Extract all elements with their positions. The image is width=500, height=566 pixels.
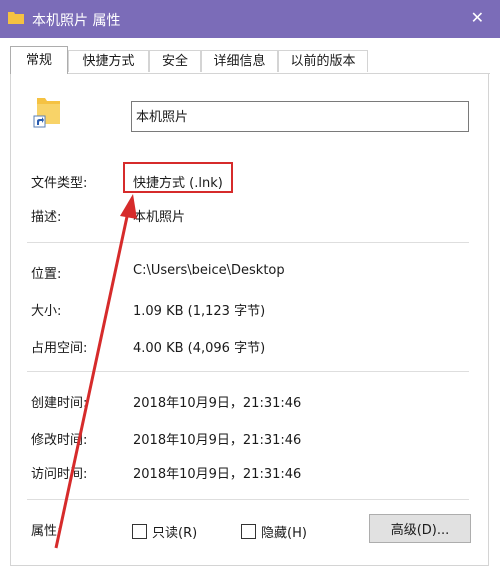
size-on-disk-value: 4.00 KB (4,096 字节) (133, 341, 266, 356)
readonly-label: 只读(R) (152, 526, 198, 541)
tab-bar: 常规 快捷方式 安全 详细信息 以前的版本 (10, 46, 490, 74)
close-icon[interactable]: ✕ (471, 8, 484, 27)
location-value: C:\Users\beice\Desktop (133, 263, 285, 278)
separator (27, 242, 469, 243)
checkbox-box[interactable] (241, 524, 256, 539)
highlight-box (123, 162, 233, 193)
modified-value: 2018年10月9日，21:31:46 (133, 433, 302, 448)
general-panel (10, 73, 489, 566)
window-title: 本机照片 属性 (32, 13, 121, 29)
separator (27, 371, 469, 372)
tab-shortcut[interactable]: 快捷方式 (68, 50, 149, 72)
name-input[interactable]: 本机照片 (131, 101, 469, 132)
modified-label: 修改时间: (31, 433, 88, 448)
shortcut-folder-icon (33, 98, 60, 128)
separator (27, 499, 469, 500)
tab-details[interactable]: 详细信息 (201, 50, 278, 72)
created-value: 2018年10月9日，21:31:46 (133, 396, 302, 411)
size-label: 大小: (31, 304, 62, 319)
advanced-button[interactable]: 高级(D)... (369, 514, 471, 543)
created-label: 创建时间: (31, 396, 88, 411)
description-value: 本机照片 (133, 210, 186, 225)
file-type-label: 文件类型: (31, 176, 88, 191)
location-label: 位置: (31, 267, 62, 282)
readonly-checkbox[interactable]: 只读(R) (132, 522, 197, 541)
tab-security[interactable]: 安全 (149, 50, 201, 72)
description-label: 描述: (31, 210, 62, 225)
checkbox-box[interactable] (132, 524, 147, 539)
attributes-label: 属性: (31, 524, 62, 539)
hidden-label: 隐藏(H) (261, 526, 307, 541)
tab-previous-versions[interactable]: 以前的版本 (278, 50, 368, 72)
folder-icon (8, 12, 24, 24)
tab-general[interactable]: 常规 (10, 46, 68, 74)
accessed-value: 2018年10月9日，21:31:46 (133, 467, 302, 482)
title-bar: 本机照片 属性 ✕ (0, 0, 500, 38)
hidden-checkbox[interactable]: 隐藏(H) (241, 522, 307, 541)
size-value: 1.09 KB (1,123 字节) (133, 304, 266, 319)
accessed-label: 访问时间: (31, 467, 88, 482)
size-on-disk-label: 占用空间: (31, 341, 88, 356)
